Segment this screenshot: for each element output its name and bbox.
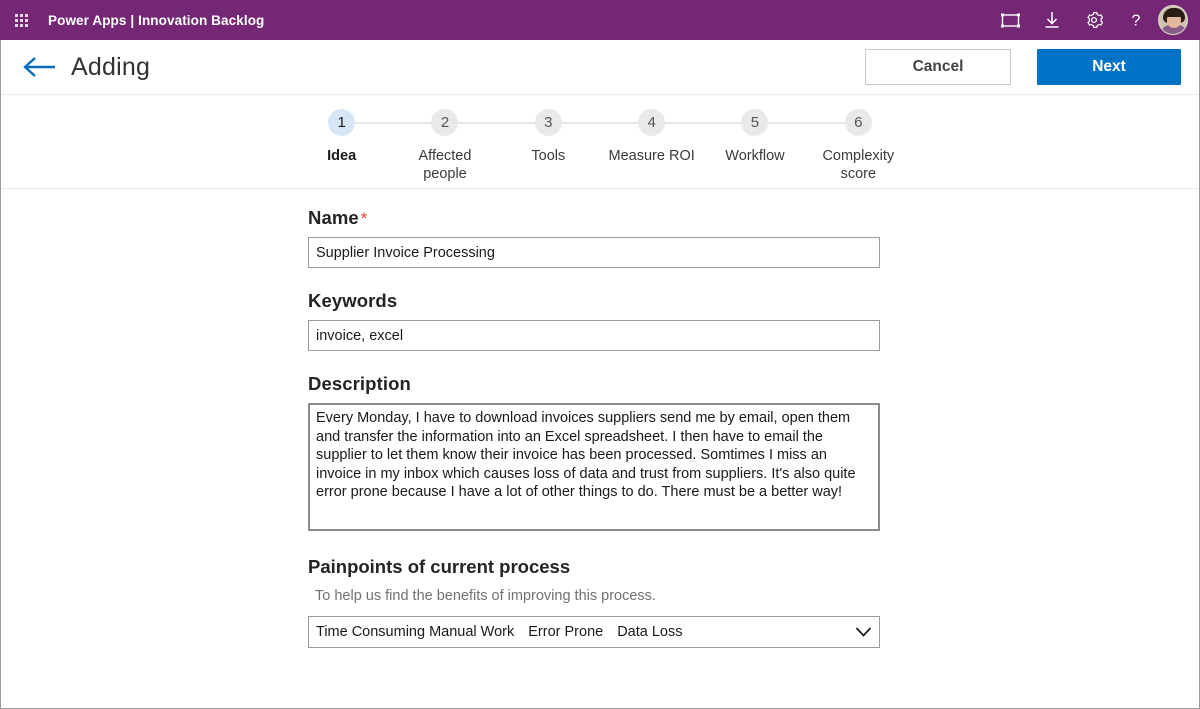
description-field-group: Description Every Monday, I have to down… [308,373,880,531]
keywords-input[interactable] [308,320,880,351]
stepper-step-number[interactable]: 3 [535,109,562,136]
painpoint-chip: Time Consuming Manual Work [316,624,514,640]
chevron-down-icon[interactable] [854,623,872,641]
keywords-field-group: Keywords [308,290,880,351]
command-bar: Adding Cancel Next [1,40,1199,95]
user-avatar[interactable] [1158,5,1188,35]
stepper-step-number[interactable]: 4 [638,109,665,136]
back-arrow-icon[interactable] [21,50,61,84]
download-icon[interactable] [1042,10,1062,30]
painpoints-dropdown[interactable]: Time Consuming Manual Work Error Prone D… [308,616,880,648]
stepper-step-number[interactable]: 2 [431,109,458,136]
description-textarea[interactable]: Every Monday, I have to download invoice… [308,403,880,531]
painpoints-help-text: To help us find the benefits of improvin… [315,588,880,604]
stepper-step-number[interactable]: 1 [328,109,355,136]
required-asterisk: * [361,209,368,228]
name-label-text: Name [308,207,359,228]
painpoint-chip: Error Prone [528,624,603,640]
stepper-step-label: Workflow [725,147,784,165]
stepper-step-list: 1 Idea 2 Affected people 3 Tools 4 Measu… [290,109,910,188]
help-question-icon[interactable]: ? [1126,10,1146,30]
painpoints-field-group: Painpoints of current process To help us… [308,556,880,648]
stepper-step-tools[interactable]: 3 Tools [497,109,600,188]
stepper-step-label: Measure ROI [609,147,695,165]
stepper-step-label: Idea [327,147,356,165]
page-title: Adding [71,53,150,82]
stepper-step-complexity-score[interactable]: 6 Complexity score [807,109,910,188]
app-canvas: Adding Cancel Next 1 Idea 2 Affected peo… [0,40,1200,709]
stepper-step-label: Tools [531,147,565,165]
painpoints-title: Painpoints of current process [308,556,880,578]
svg-text:?: ? [1132,13,1141,30]
stepper-step-measure-roi[interactable]: 4 Measure ROI [600,109,703,188]
name-field-group: Name* [308,207,880,268]
stepper-step-label: Affected people [397,147,493,183]
app-launcher-icon[interactable] [6,4,36,36]
description-label: Description [308,373,880,395]
keywords-label: Keywords [308,290,880,312]
stepper-step-workflow[interactable]: 5 Workflow [703,109,806,188]
stepper-step-affected-people[interactable]: 2 Affected people [393,109,496,188]
wizard-stepper: 1 Idea 2 Affected people 3 Tools 4 Measu… [1,95,1199,189]
painpoints-selected-values: Time Consuming Manual Work Error Prone D… [316,624,854,640]
settings-gear-icon[interactable] [1084,10,1104,30]
fit-to-screen-icon[interactable] [1000,10,1020,30]
next-button[interactable]: Next [1037,49,1181,85]
app-title: Power Apps | Innovation Backlog [48,13,264,28]
form-scroll-area: Name* Keywords Description Every Monday,… [1,189,1199,708]
painpoint-chip: Data Loss [617,624,682,640]
appbar-icon-group: ? [1000,10,1150,30]
stepper-step-number[interactable]: 6 [845,109,872,136]
stepper-step-idea[interactable]: 1 Idea [290,109,393,188]
idea-form: Name* Keywords Description Every Monday,… [308,189,880,648]
cancel-button[interactable]: Cancel [865,49,1011,85]
stepper-step-number[interactable]: 5 [741,109,768,136]
app-header-bar: Power Apps | Innovation Backlog [0,0,1200,40]
stepper-step-label: Complexity score [810,147,906,183]
name-input[interactable] [308,237,880,268]
name-label: Name* [308,207,880,229]
